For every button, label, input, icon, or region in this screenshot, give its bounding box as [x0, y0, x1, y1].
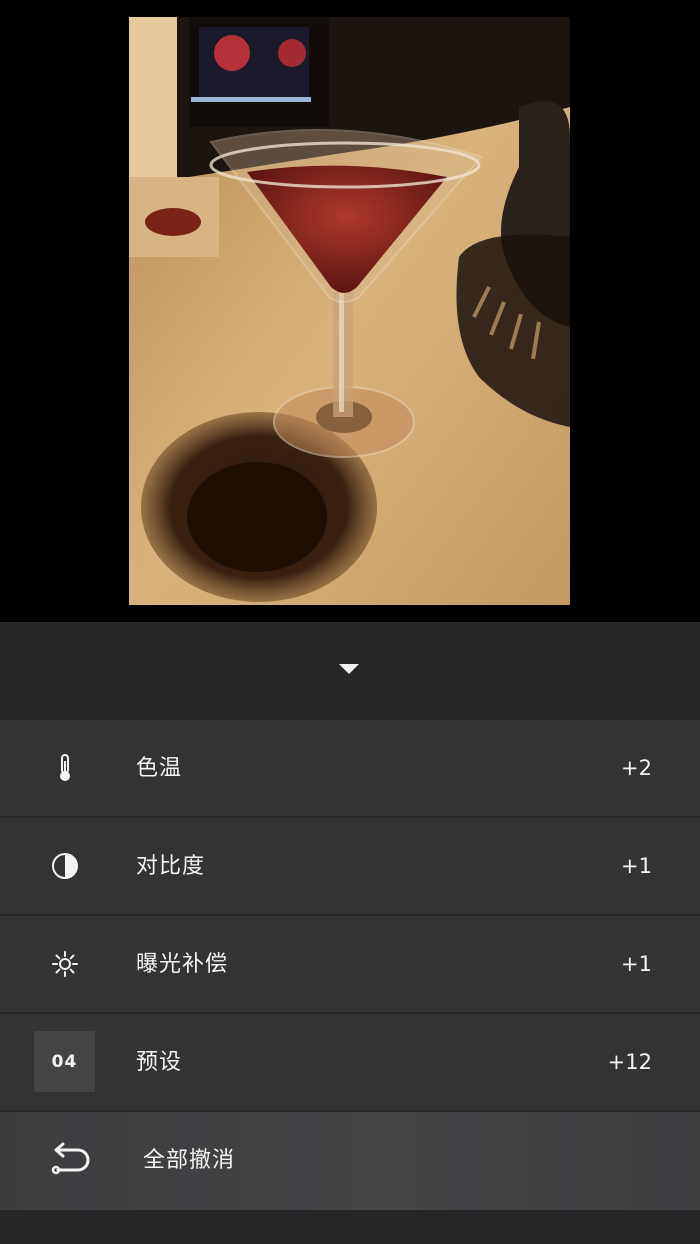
contrast-icon — [34, 835, 95, 896]
bottom-strip — [0, 1210, 700, 1244]
sun-icon — [34, 933, 95, 994]
undo-icon — [48, 1142, 92, 1180]
row-label: 曝光补偿 — [136, 952, 229, 977]
adjustment-row-preset[interactable]: 04 预设 +12 — [0, 1014, 700, 1111]
adjustment-row-color-temperature[interactable]: 色温 +2 — [0, 720, 700, 817]
undo-all-button[interactable]: 全部撤消 — [0, 1112, 700, 1210]
row-value: +2 — [621, 756, 652, 780]
row-label: 预设 — [136, 1050, 183, 1075]
row-value: +1 — [621, 854, 652, 878]
row-label: 色温 — [136, 756, 183, 781]
row-value: +1 — [621, 952, 652, 976]
thermometer-icon — [34, 737, 95, 798]
photo-preview-area — [0, 0, 700, 622]
photo-editor-screen: 色温 +2 对比度 +1 曝光补偿 +1 04 预设 +12 全部撤消 — [0, 0, 700, 1244]
adjustment-panel: 色温 +2 对比度 +1 曝光补偿 +1 04 预设 +12 全部撤消 — [0, 622, 700, 1244]
row-value: +12 — [607, 1050, 652, 1074]
row-label: 对比度 — [136, 854, 206, 879]
adjustment-row-contrast[interactable]: 对比度 +1 — [0, 818, 700, 915]
cocktail-photo — [129, 17, 570, 605]
adjustment-row-exposure[interactable]: 曝光补偿 +1 — [0, 916, 700, 1013]
collapse-bar[interactable] — [0, 622, 700, 720]
undo-all-label: 全部撤消 — [143, 1148, 236, 1173]
preset-badge: 04 — [34, 1031, 95, 1092]
photo-preview[interactable] — [129, 17, 570, 605]
chevron-down-icon[interactable] — [339, 664, 359, 674]
preset-badge-number: 04 — [34, 1031, 95, 1092]
